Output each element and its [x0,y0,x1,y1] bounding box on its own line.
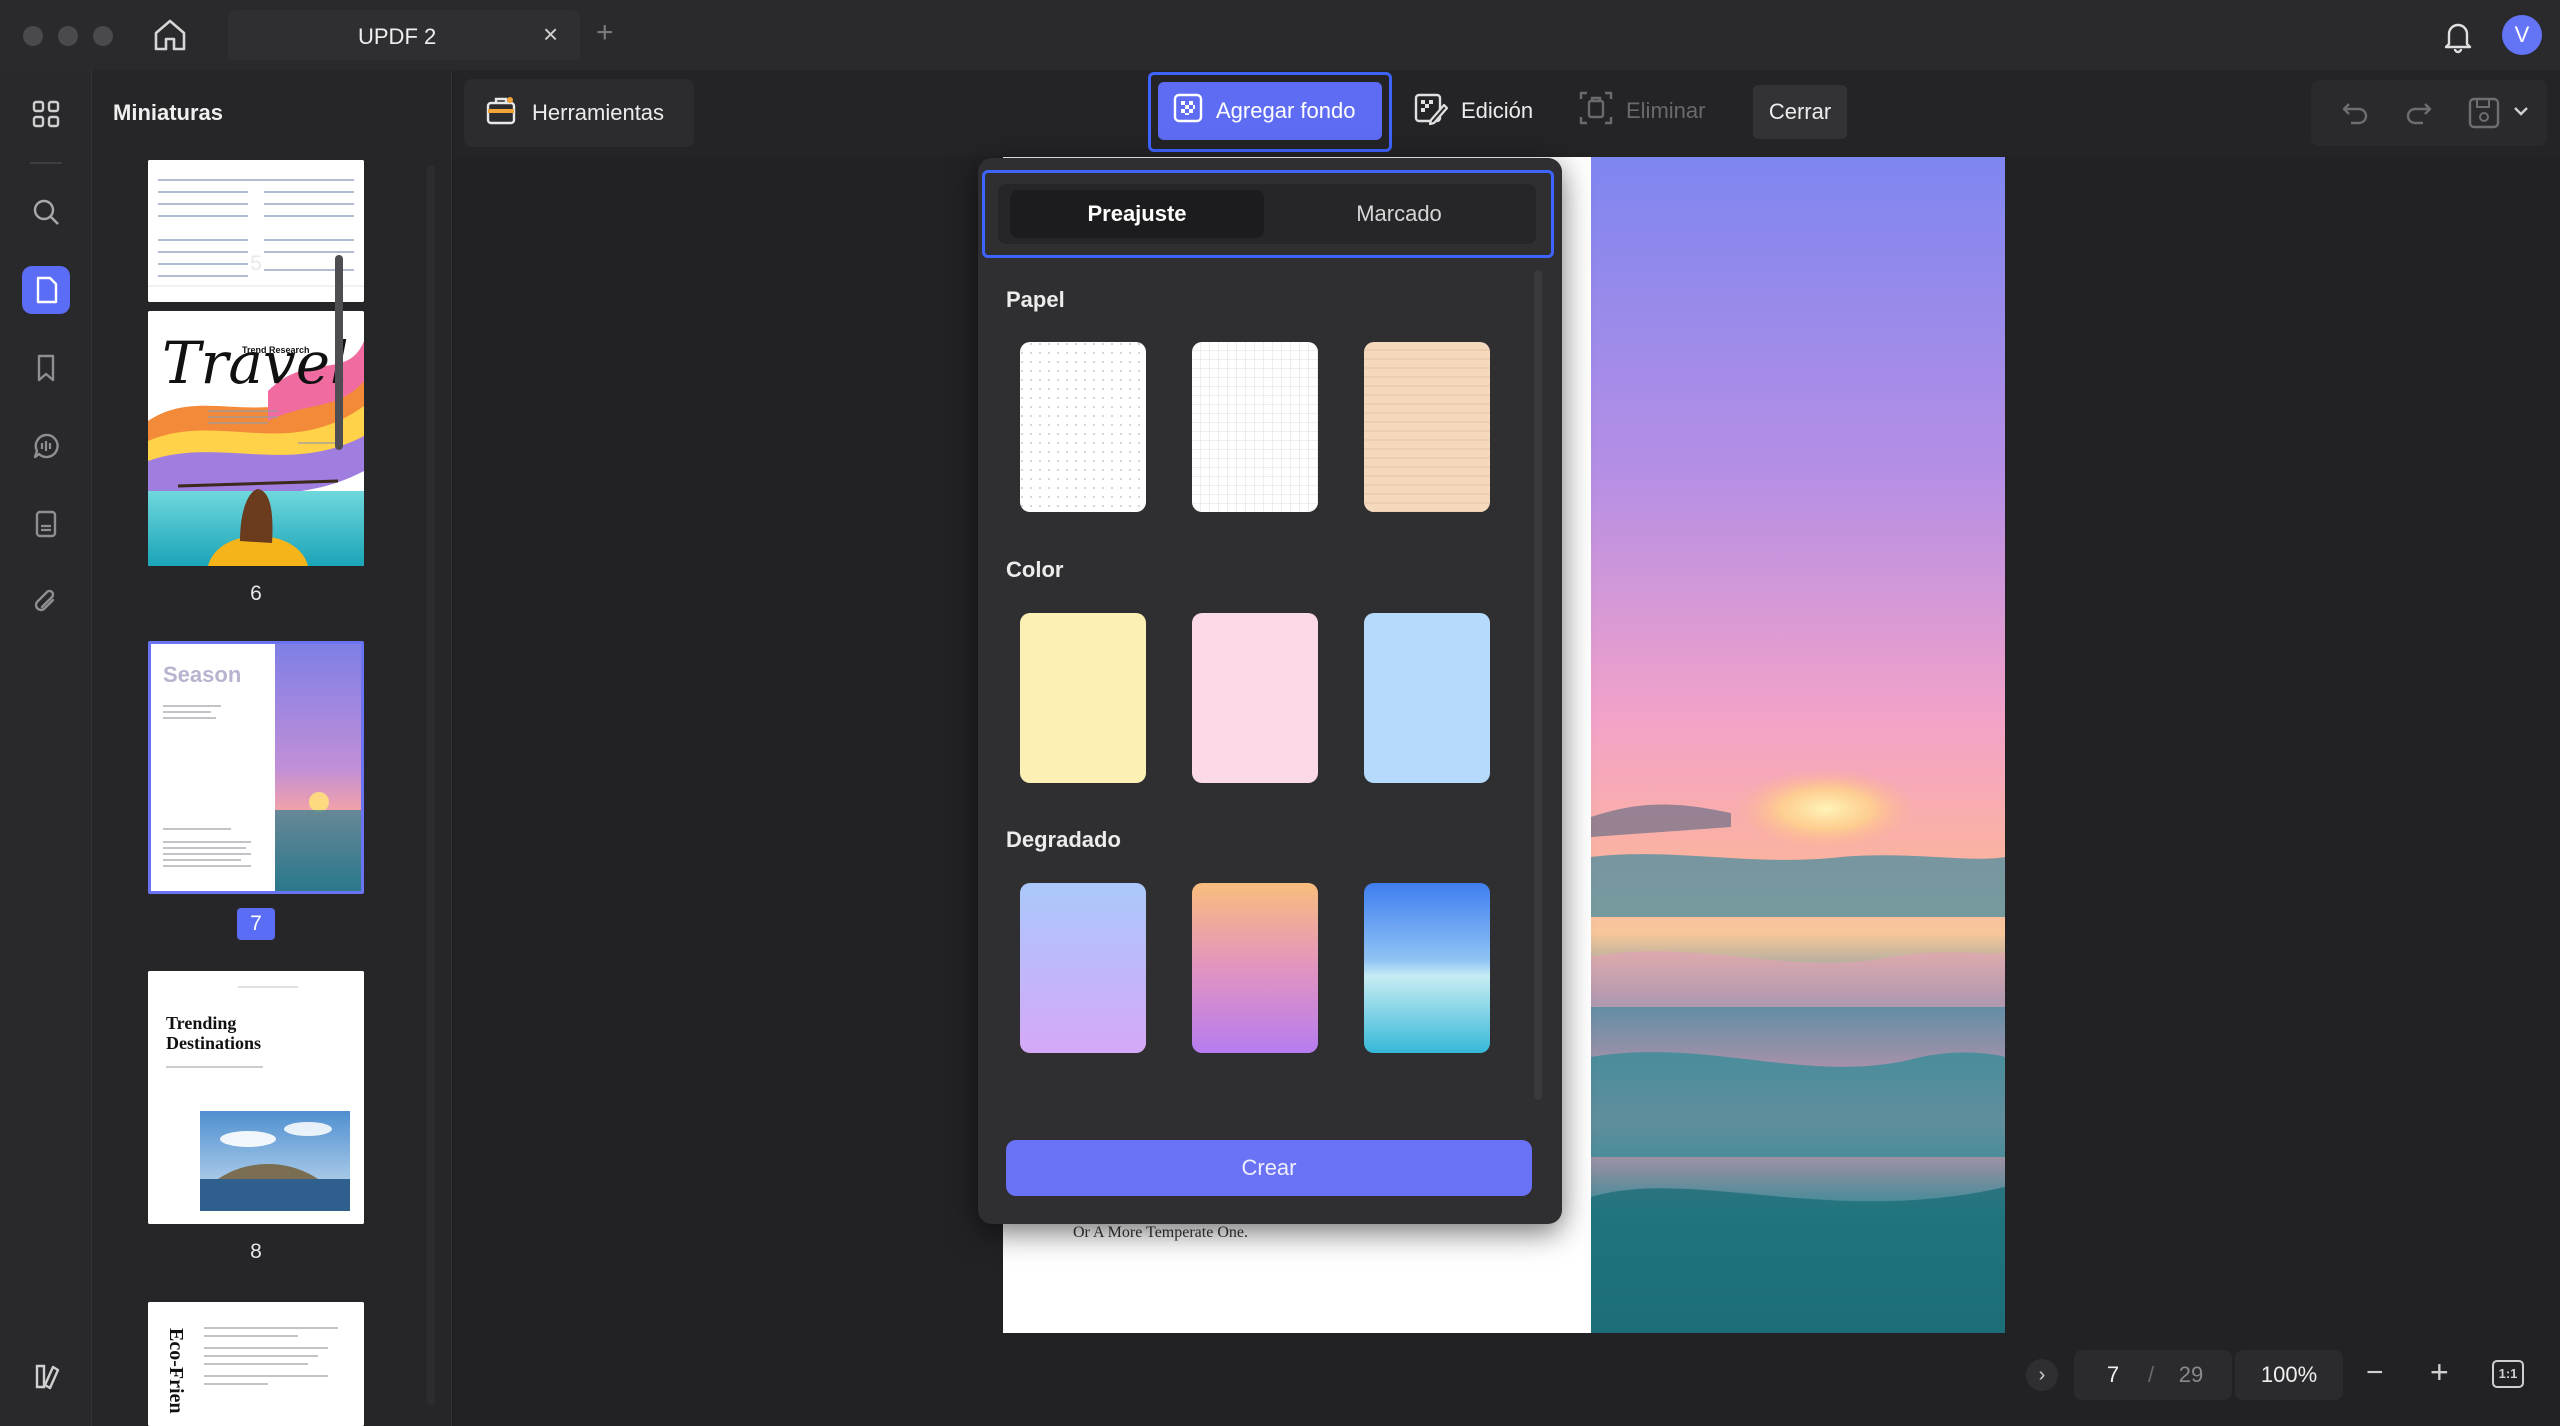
gradient-swatch-orange-purple[interactable] [1192,883,1318,1053]
add-background-button[interactable]: Agregar fondo [1158,82,1382,140]
paper-swatch-dots[interactable] [1020,342,1146,512]
close-background-mode-button[interactable]: Cerrar [1753,85,1847,139]
form-icon[interactable] [22,500,70,548]
section-label-paper: Papel [1006,287,1065,312]
page-separator: / [2148,1362,2155,1387]
thumbnail-page-8[interactable]: Trending Destinations [148,971,364,1224]
document-tab-title: UPDF 2 [358,24,437,49]
chevron-right-icon[interactable]: › [2026,1359,2058,1391]
left-rail [0,70,92,1426]
svg-text:Season: Season [163,662,241,687]
thumbnail-label: 6 [250,582,262,605]
user-avatar[interactable]: V [2502,15,2542,55]
actual-size-button[interactable]: 1:1 [2492,1360,2524,1388]
color-swatch-yellow[interactable] [1020,613,1146,783]
tools-label: Herramientas [532,100,665,125]
thumbnail-page-6[interactable]: Travel Trend Research [148,311,364,566]
thumbnail-label: 5 [250,252,262,275]
search-icon[interactable] [22,188,70,236]
thumbnail-page-5[interactable] [148,160,364,302]
gradient-swatch-blue-violet[interactable] [1020,883,1146,1053]
tab-marked[interactable]: Marcado [1272,190,1526,238]
save-icon[interactable] [2467,96,2501,135]
popover-scrollbar[interactable] [1534,270,1542,1100]
create-button[interactable]: Crear [1006,1140,1532,1196]
thumbnail-scrollbar-track[interactable] [427,165,435,1405]
background-pattern-icon [1172,92,1204,130]
history-save-group [2311,80,2547,146]
tools-button[interactable]: Herramientas [464,79,694,147]
delete-background-icon [1578,90,1614,132]
delete-label: Eliminar [1626,98,1706,123]
redo-icon[interactable] [2405,100,2433,131]
paper-swatch-lined[interactable] [1364,342,1490,512]
attachment-icon[interactable] [22,578,70,626]
page-body-text: Or A More Temperate One. [1073,1224,1248,1241]
add-background-label: Agregar fondo [1216,98,1356,123]
gradient-swatch-sky[interactable] [1364,883,1490,1053]
current-page-input[interactable]: 7 [2088,1362,2138,1390]
edit-background-button[interactable]: Edición [1413,82,1533,140]
svg-text:Trending: Trending [166,1013,236,1033]
zoom-level[interactable]: 100% [2235,1350,2343,1400]
tab-close-icon[interactable]: × [543,20,558,48]
page-sunset-photo [1591,157,2005,1333]
delete-background-button[interactable]: Eliminar [1578,82,1705,140]
thumbnail-label-active: 7 [148,908,364,940]
bookmark-icon[interactable] [22,344,70,392]
section-label-gradient: Degradado [1006,827,1121,852]
panel-title: Miniaturas [113,100,224,125]
edit-background-icon [1413,90,1449,132]
zoom-in-button[interactable]: + [2430,1356,2449,1388]
home-icon[interactable] [150,17,190,53]
toolbox-icon [484,93,518,133]
color-swatch-blue[interactable] [1364,613,1490,783]
rail-divider [30,162,62,164]
title-bar: UPDF 2 × + V [0,0,2560,70]
layers-icon[interactable] [22,1352,70,1400]
new-tab-button[interactable]: + [596,18,614,48]
window-minimize-button[interactable] [58,26,78,46]
paper-swatch-grid[interactable] [1192,342,1318,512]
svg-text:Eco-Frien: Eco-Frien [165,1328,187,1414]
grid-view-icon[interactable] [22,90,70,138]
thumbnail-page-7[interactable]: Season [148,641,364,894]
total-pages: 29 [2178,1362,2204,1387]
thumbnails-panel: Miniaturas 5 Travel Trend Research 6 Sea… [92,70,452,1426]
color-swatch-pink[interactable] [1192,613,1318,783]
thumbnail-scrollbar-thumb[interactable] [335,255,343,450]
thumbnail-label: 8 [250,1240,262,1263]
section-label-color: Color [1006,557,1064,582]
window-maximize-button[interactable] [93,26,113,46]
svg-text:Travel: Travel [162,329,349,397]
thumbnails-icon[interactable] [22,266,70,314]
page-navigator: 7 / 29 [2074,1350,2232,1400]
undo-icon[interactable] [2341,100,2369,131]
thumbnail-page-9[interactable]: Eco-Frien [148,1302,364,1426]
zoom-out-button[interactable]: − [2366,1358,2384,1388]
tab-preset[interactable]: Preajuste [1010,190,1264,238]
notification-bell-icon[interactable] [2440,18,2476,54]
comment-icon[interactable] [22,422,70,470]
svg-text:Destinations: Destinations [166,1033,261,1053]
window-close-button[interactable] [23,26,43,46]
edit-label: Edición [1461,98,1534,123]
document-tab[interactable]: UPDF 2 × [228,10,580,60]
chevron-down-icon[interactable] [2513,104,2529,122]
svg-text:Trend Research: Trend Research [242,345,310,355]
